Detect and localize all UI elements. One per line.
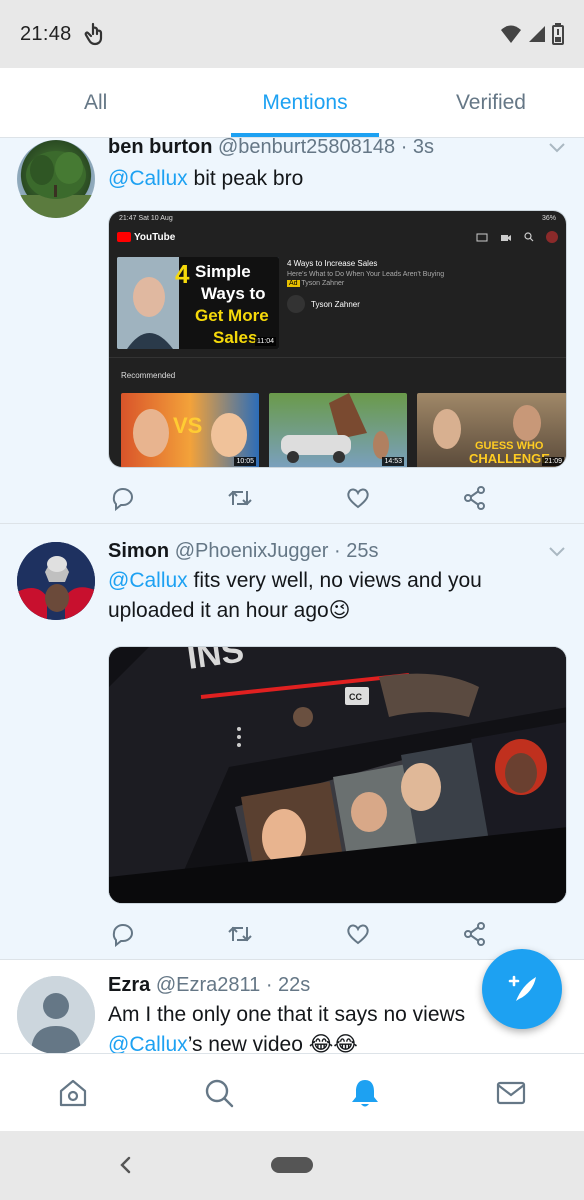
avatar[interactable] — [17, 976, 95, 1053]
mention-link[interactable]: @Callux — [108, 1033, 188, 1053]
tweet-body: Am I the only one that it says no views — [108, 1003, 466, 1026]
yt-battery: 36% — [541, 214, 556, 222]
video-info: 4 Ways to Increase Sales Here's What to … — [287, 259, 557, 313]
tweet-time: · 3s — [400, 138, 435, 158]
svg-text:CHALLENGE: CHALLENGE — [469, 451, 550, 466]
svg-text:VS: VS — [173, 413, 202, 438]
avatar[interactable] — [17, 542, 95, 620]
video-thumbnail: 4 Simple Ways to Get More Sales 11:04 — [117, 257, 279, 349]
channel-name: Tyson Zahner — [311, 299, 360, 309]
rec-thumbnail: 14:53 — [269, 393, 407, 467]
tweet-actions — [108, 470, 488, 526]
yt-avatar-icon — [546, 231, 558, 243]
yt-header: YouTube — [109, 225, 566, 249]
cast-icon — [476, 233, 488, 241]
yt-status-time: 21:47 Sat 10 Aug — [119, 214, 173, 222]
tweet-text: @Callux fits very well, no views and you… — [108, 566, 566, 626]
video-duration: 11:04 — [255, 337, 276, 346]
rec-duration: 21:09 — [542, 457, 564, 466]
compose-button[interactable] — [482, 949, 562, 1029]
retweet-icon[interactable] — [227, 485, 253, 511]
channel-avatar — [287, 295, 305, 313]
svg-text:Ways to: Ways to — [201, 284, 266, 303]
bottom-navigation — [0, 1053, 584, 1131]
svg-text:Get More: Get More — [195, 306, 269, 325]
tweet-time: · 22s — [265, 974, 311, 996]
status-time: 21:48 — [20, 22, 72, 45]
author-handle: @benburt25808148 — [218, 138, 396, 158]
yt-status-bar: 21:47 Sat 10 Aug 36% — [109, 211, 566, 225]
tweet-item[interactable]: ben burton @benburt25808148 · 3s @Callux… — [0, 138, 584, 524]
reply-icon[interactable] — [110, 485, 136, 512]
svg-text:CC: CC — [349, 692, 362, 702]
tweet-body: bit peak bro — [187, 167, 304, 190]
ad-channel: Tyson Zahner — [301, 280, 345, 287]
like-icon[interactable] — [345, 921, 371, 947]
like-icon[interactable] — [345, 485, 371, 511]
author-name[interactable]: Simon — [108, 540, 169, 562]
share-icon[interactable] — [462, 485, 488, 511]
youtube-logo-icon: YouTube — [117, 232, 175, 243]
home-icon[interactable] — [57, 1077, 89, 1109]
back-icon[interactable] — [118, 1155, 132, 1175]
share-icon[interactable] — [462, 921, 488, 947]
notifications-icon[interactable] — [349, 1077, 381, 1109]
tweet-time: · 25s — [333, 540, 379, 562]
battery-icon — [552, 23, 564, 45]
compose-icon — [508, 975, 536, 1001]
video-title: 4 Ways to Increase Sales — [287, 259, 378, 268]
mention-link[interactable]: @Callux — [108, 167, 188, 190]
reply-icon[interactable] — [110, 921, 136, 948]
mentions-feed[interactable]: ben burton @benburt25808148 · 3s @Callux… — [0, 138, 584, 1053]
tab-verified[interactable]: Verified — [379, 68, 584, 137]
wifi-icon — [501, 25, 521, 43]
author-handle: @Ezra2811 — [155, 974, 261, 996]
home-gesture-pill[interactable] — [271, 1157, 313, 1173]
tab-mentions[interactable]: Mentions — [231, 68, 379, 137]
signal-icon — [529, 26, 545, 42]
notifications-tabs: All Mentions Verified — [0, 68, 584, 138]
rec-thumbnail: VS 10:05 — [121, 393, 259, 467]
camera-icon — [501, 234, 511, 241]
tab-all[interactable]: All — [0, 68, 231, 137]
retweet-icon[interactable] — [227, 921, 253, 947]
avatar[interactable] — [17, 140, 95, 218]
photo-of-screen: INS CC — [109, 647, 566, 903]
svg-text:Sales: Sales — [213, 328, 257, 347]
yt-search-icon — [524, 232, 534, 242]
ad-badge: Ad — [287, 280, 300, 287]
messages-icon[interactable] — [495, 1077, 527, 1109]
rec-thumbnail: GUESS WHO CHALLENGE 21:09 — [417, 393, 566, 467]
author-handle: @PhoenixJugger — [174, 540, 329, 562]
author-name[interactable]: Ezra — [108, 974, 150, 996]
chevron-down-icon[interactable] — [548, 142, 566, 154]
touch-icon — [84, 22, 102, 46]
tweet-actions — [108, 906, 488, 962]
search-icon[interactable] — [203, 1077, 235, 1109]
rec-duration: 10:05 — [234, 457, 256, 466]
tweet-text: @Callux bit peak bro — [108, 164, 566, 194]
tweet-body-cont: ’s new video 😂😂 — [187, 1033, 358, 1053]
svg-text:Simple: Simple — [195, 262, 251, 281]
tweet-header: ben burton @benburt25808148 · 3s — [108, 138, 566, 160]
tweet-header: Simon @PhoenixJugger · 25s — [108, 538, 566, 564]
recommended-label: Recommended — [121, 371, 176, 380]
tweet-image[interactable]: 21:47 Sat 10 Aug 36% YouTube 4 Simple Wa… — [108, 210, 567, 468]
rec-duration: 14:53 — [382, 457, 404, 466]
author-name[interactable]: ben burton — [108, 138, 212, 158]
youtube-screenshot: 21:47 Sat 10 Aug 36% YouTube 4 Simple Wa… — [109, 211, 566, 467]
status-bar: 21:48 — [0, 0, 584, 68]
mention-link[interactable]: @Callux — [108, 569, 188, 592]
chevron-down-icon[interactable] — [548, 546, 566, 558]
system-navigation-bar — [0, 1131, 584, 1200]
video-subtitle: Here's What to Do When Your Leads Aren't… — [287, 271, 445, 278]
thumb-number: 4 — [175, 259, 190, 289]
tweet-image[interactable]: INS CC — [108, 646, 567, 904]
tweet-item[interactable]: Simon @PhoenixJugger · 25s @Callux fits … — [0, 524, 584, 960]
